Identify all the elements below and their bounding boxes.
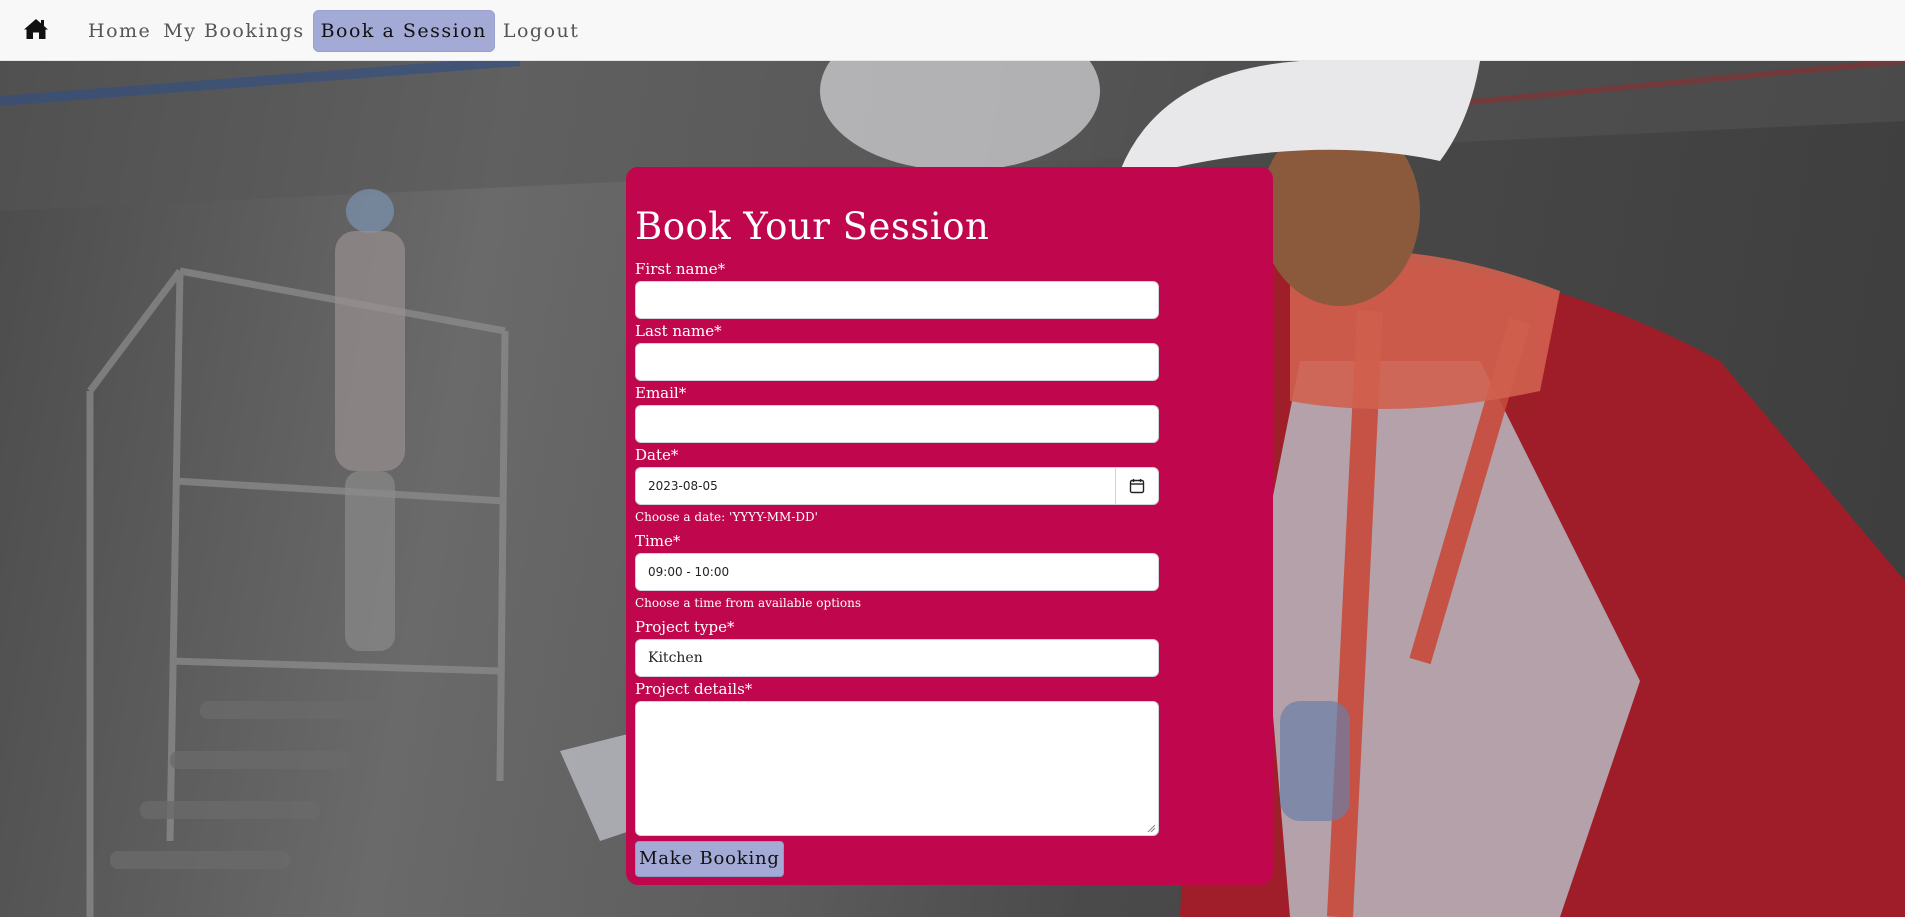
- nav-links: Home My Bookings Book a Session Logout: [82, 10, 585, 52]
- nav-logout[interactable]: Logout: [497, 10, 586, 52]
- calendar-icon[interactable]: [1115, 468, 1158, 504]
- form-title: Book Your Session: [635, 205, 990, 248]
- nav-my-bookings[interactable]: My Bookings: [157, 10, 310, 52]
- nav-book-a-session[interactable]: Book a Session: [312, 10, 495, 52]
- time-help-text: Choose a time from available options: [635, 596, 861, 610]
- first-name-field[interactable]: [635, 281, 1159, 319]
- time-label: Time*: [635, 532, 681, 550]
- resize-grip-icon[interactable]: [1146, 823, 1156, 833]
- last-name-label: Last name*: [635, 322, 722, 340]
- navbar: Home My Bookings Book a Session Logout: [0, 0, 1905, 61]
- date-help-text: Choose a date: 'YYYY-MM-DD': [635, 510, 818, 524]
- date-field[interactable]: 2023-08-05: [635, 467, 1159, 505]
- project-type-select[interactable]: Kitchen: [635, 639, 1159, 677]
- project-details-label: Project details*: [635, 680, 753, 698]
- project-details-textarea[interactable]: [635, 701, 1159, 836]
- home-icon[interactable]: [22, 16, 50, 42]
- last-name-field[interactable]: [635, 343, 1159, 381]
- make-booking-button[interactable]: Make Booking: [635, 841, 784, 877]
- project-type-label: Project type*: [635, 618, 735, 636]
- email-field[interactable]: [635, 405, 1159, 443]
- date-label: Date*: [635, 446, 679, 464]
- booking-form-card: Book Your Session First name* Last name*…: [626, 167, 1273, 885]
- time-select[interactable]: 09:00 - 10:00: [635, 553, 1159, 591]
- date-value: 2023-08-05: [648, 479, 718, 493]
- first-name-label: First name*: [635, 260, 726, 278]
- email-label: Email*: [635, 384, 687, 402]
- nav-home[interactable]: Home: [82, 10, 157, 52]
